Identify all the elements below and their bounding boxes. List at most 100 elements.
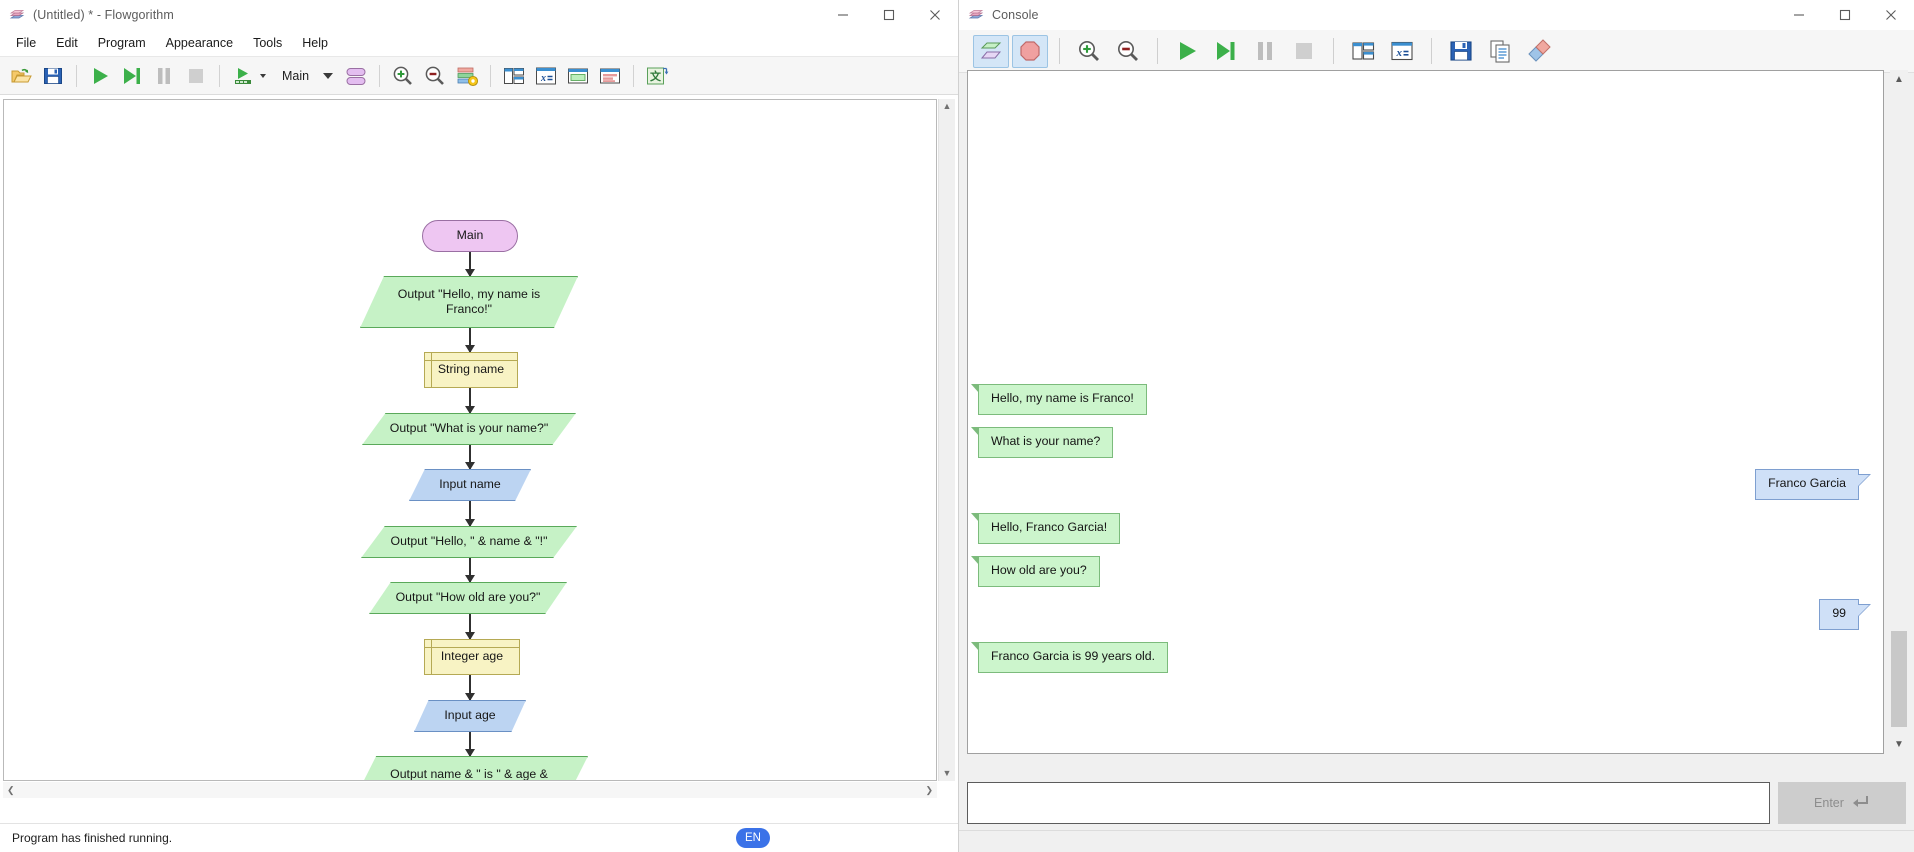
stop-octagon-icon[interactable] [1012,34,1048,68]
step-run-dropdown-caret-icon[interactable] [260,73,266,78]
word-wrap-icon[interactable] [973,34,1009,68]
zoom-out-icon[interactable] [1110,35,1146,68]
canvas-vertical-scrollbar[interactable]: ▲ ▼ [938,99,955,781]
variable-watch-icon[interactable] [499,61,529,91]
stop-square-icon[interactable] [1286,35,1322,68]
console-bottom-strip [959,830,1914,852]
menu-item-file[interactable]: File [6,32,46,54]
menu-item-help[interactable]: Help [292,32,338,54]
console-window-title: Console [992,7,1039,22]
save-icon[interactable] [38,61,68,91]
toolbar-separator [1431,38,1432,64]
toolbar-separator [1059,38,1060,64]
console-message-output: How old are you? [971,556,1100,587]
generate-code-icon[interactable] [452,61,482,91]
run-icon[interactable] [85,61,115,91]
menu-item-edit[interactable]: Edit [46,32,88,54]
zoom-in-icon[interactable] [1071,35,1107,68]
flow-node-declare-integer-age[interactable]: Integer age [423,638,521,676]
console-message-output: Hello, Franco Garcia! [970,513,1121,544]
flow-node-input-age[interactable]: Input age [414,700,526,732]
enter-button-label: Enter [1814,796,1844,810]
open-icon[interactable] [6,61,36,91]
scroll-left-icon[interactable]: ❮ [3,783,19,798]
save-icon[interactable] [1443,35,1479,68]
flow-node-output-summary[interactable]: Output name & " is " & age & " years old… [350,756,588,781]
minimize-icon[interactable] [820,0,866,30]
scroll-down-icon[interactable]: ▼ [939,766,956,781]
flow-node-terminal-main[interactable]: Main [422,220,518,252]
main-window-controls [820,0,958,30]
console-message-output: Hello, my name is Franco! [971,384,1147,415]
copy-icon[interactable] [1482,35,1518,68]
run-to-end-icon[interactable] [117,61,147,91]
function-selector-value: Main [282,68,310,83]
flowchart-canvas[interactable]: Main Output "Hello, my name is Franco!" … [3,99,937,781]
console-vertical-scrollbar[interactable]: ▲ ▼ [1890,70,1908,754]
language-badge[interactable]: EN [736,828,770,848]
step-run-icon[interactable] [228,61,258,91]
console-output-area[interactable]: Hello, my name is Franco! What is your n… [967,70,1884,754]
scrollbar-thumb[interactable] [1891,631,1907,727]
translate-icon[interactable]: 文 [642,61,672,91]
flow-arrow [469,328,471,352]
expression-icon[interactable]: x [1384,35,1420,68]
canvas-horizontal-scrollbar[interactable]: ❮ ❯ [3,782,937,798]
flow-node-label: Input name [439,477,501,492]
menu-item-appearance[interactable]: Appearance [156,32,243,54]
chart-icon[interactable] [595,61,625,91]
zoom-in-icon[interactable] [388,61,418,91]
scroll-right-icon[interactable]: ❯ [921,783,937,798]
menu-item-program[interactable]: Program [88,32,156,54]
console-input-field[interactable] [967,782,1770,824]
flow-node-input-name[interactable]: Input name [409,469,531,501]
flow-node-output-what-is-your-name[interactable]: Output "What is your name?" [362,413,576,445]
variable-watch-icon[interactable] [1345,35,1381,68]
pause-icon[interactable] [149,61,179,91]
flow-node-output-how-old-are-you[interactable]: Output "How old are you?" [369,582,567,614]
toolbar-separator [490,64,492,87]
clear-icon[interactable] [1521,35,1557,68]
scrollbar-track[interactable] [1890,89,1908,735]
scroll-up-icon[interactable]: ▲ [939,99,956,114]
console-input-row: Enter [967,782,1906,824]
flow-node-label: Output "Hello, " & name & "!" [390,534,548,549]
flow-arrow [469,614,471,639]
run-icon[interactable] [1169,35,1205,68]
scroll-up-icon[interactable]: ▲ [1894,70,1904,89]
flowchart: Main Output "Hello, my name is Franco!" … [4,100,936,780]
flowgorithm-icon [968,7,984,23]
pause-icon[interactable] [1247,35,1283,68]
console-message-text: How old are you? [991,563,1087,577]
flow-node-label: Output "How old are you?" [395,590,541,605]
console-message-text: Franco Garcia is 99 years old. [991,649,1156,663]
console-message-text: Franco Garcia [1768,476,1846,490]
shapes-icon[interactable] [341,61,371,91]
console-message-input: Franco Garcia [1755,469,1871,500]
toolbar-separator [633,64,635,87]
flow-node-declare-string-name[interactable]: String name [423,351,519,389]
flow-node-output-hello-name[interactable]: Output "Hello, " & name & "!" [361,526,577,558]
console-icon[interactable] [563,61,593,91]
maximize-icon[interactable] [866,0,912,30]
menu-item-tools[interactable]: Tools [243,32,292,54]
expression-icon[interactable]: x [531,61,561,91]
run-to-end-icon[interactable] [1208,35,1244,68]
flow-node-label: Output name & " is " & age & " years old… [390,766,548,781]
maximize-icon[interactable] [1822,0,1868,30]
main-window: (Untitled) * - Flowgorithm File Edit Pro… [0,0,959,852]
close-icon[interactable] [1868,0,1914,30]
close-icon[interactable] [912,0,958,30]
flow-arrow [469,558,471,582]
zoom-out-icon[interactable] [420,61,450,91]
enter-arrow-icon [1852,793,1870,814]
function-selector[interactable]: Main [274,64,339,88]
console-titlebar: Console [959,0,1914,30]
scroll-down-icon[interactable]: ▼ [1894,735,1904,754]
toolbar-separator [76,64,77,87]
minimize-icon[interactable] [1776,0,1822,30]
flow-node-output-hello-franco[interactable]: Output "Hello, my name is Franco!" [360,276,578,328]
flow-node-label: Output "What is your name?" [389,421,549,436]
stop-icon[interactable] [181,61,211,91]
enter-button[interactable]: Enter [1778,782,1906,824]
